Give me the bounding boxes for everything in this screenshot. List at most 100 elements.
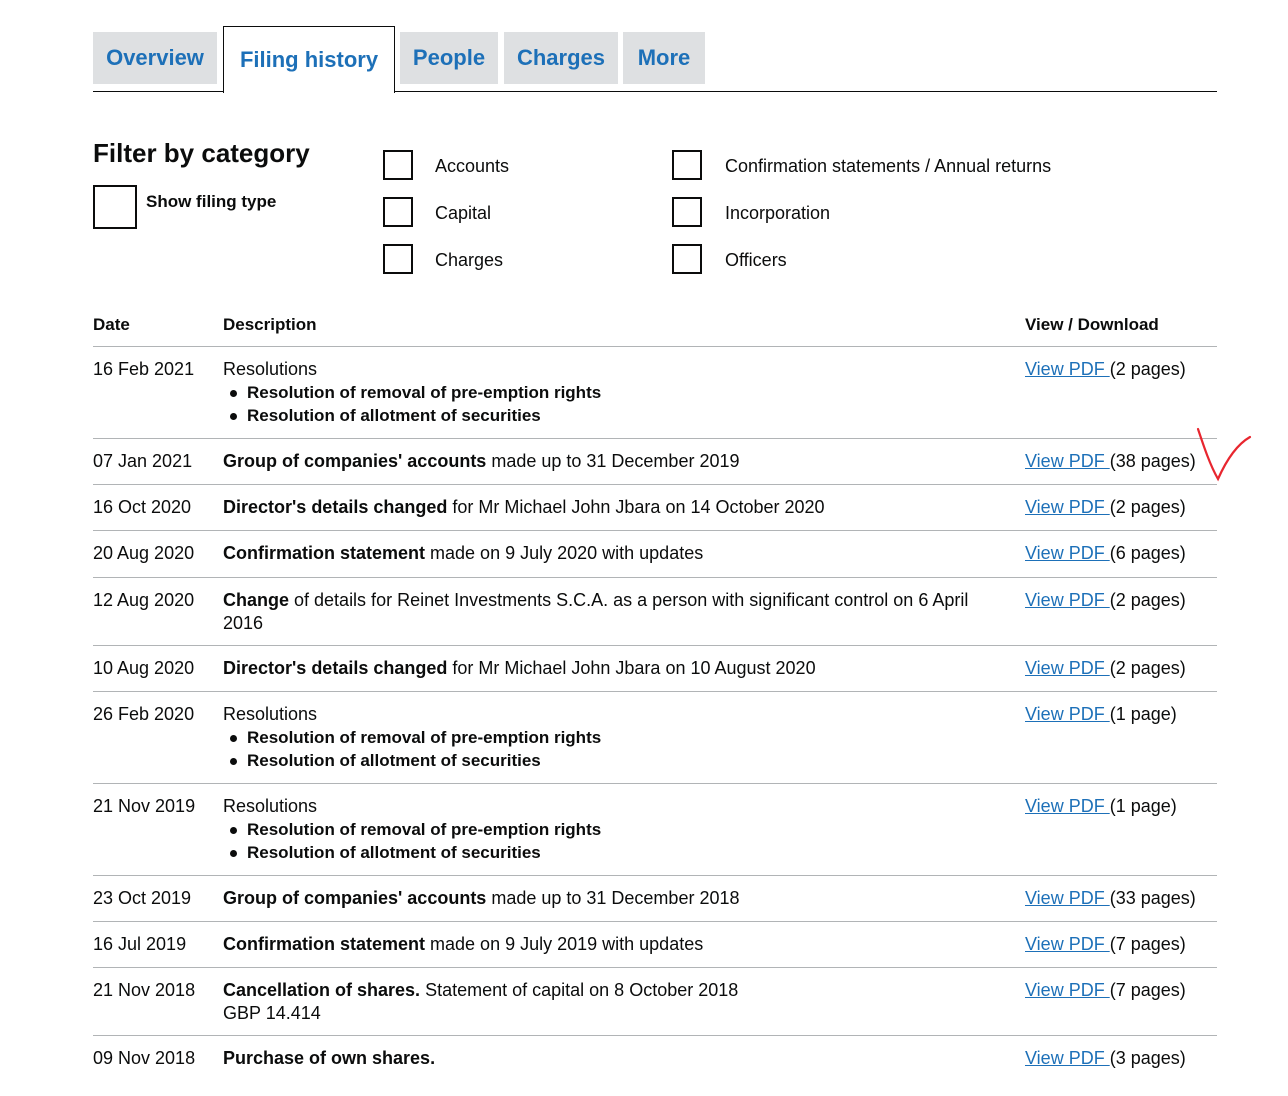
filing-details: made on 9 July 2019 with updates (425, 934, 704, 954)
tab-more[interactable]: More (623, 32, 705, 84)
view-pdf-link[interactable]: View PDF (1025, 704, 1110, 724)
filing-description: Confirmation statement made on 9 July 20… (223, 542, 1003, 565)
table-row: 09 Nov 2018 Purchase of own shares. View P… (93, 1036, 1217, 1096)
filing-description: Group of companies' accounts made up to … (223, 450, 1003, 473)
filing-description: Cancellation of shares. Statement of cap… (223, 979, 1003, 1025)
filing-type: Purchase of own shares. (223, 1048, 436, 1068)
checkmark-icon (1196, 427, 1252, 482)
table-row: 16 Oct 2020 Director's details changed fo… (93, 485, 1217, 531)
filing-description: Resolutions Resolution of removal of pre-… (223, 358, 1003, 427)
view-pdf-link[interactable]: View PDF (1025, 451, 1110, 471)
view-download-cell: View PDF (2 pages) (1025, 358, 1186, 381)
filing-description: Purchase of own shares. (223, 1047, 1003, 1070)
table-row: 10 Aug 2020 Director's details changed fo… (93, 646, 1217, 692)
filing-type: Confirmation statement (223, 934, 426, 954)
view-pdf-link[interactable]: View PDF (1025, 497, 1110, 517)
page-count: (3 pages) (1109, 1048, 1186, 1068)
filing-type: Change (223, 590, 290, 610)
filing-type: Cancellation of shares. (223, 980, 421, 1000)
view-pdf-link[interactable]: View PDF (1025, 543, 1110, 563)
tab-people[interactable]: People (400, 32, 498, 84)
category-label-confirmation-statements[interactable]: Confirmation statements / Annual returns (725, 156, 1051, 177)
show-filing-type-checkbox[interactable] (93, 185, 137, 229)
view-download-cell: View PDF (2 pages) (1025, 589, 1186, 612)
filing-type: Group of companies' accounts (223, 888, 487, 908)
filing-description: Resolutions Resolution of removal of pre-… (223, 795, 1003, 864)
filing-history-table: Date Description View / Download 16 Feb … (93, 303, 1217, 1096)
filing-description: Confirmation statement made on 9 July 20… (223, 933, 1003, 956)
view-download-cell: View PDF (38 pages) (1025, 450, 1196, 473)
view-pdf-link[interactable]: View PDF (1025, 359, 1110, 379)
filing-description: Director's details changed for Mr Michae… (223, 496, 1003, 519)
filing-description: Group of companies' accounts made up to … (223, 887, 1003, 910)
tab-bar: Overview Filing history People Charges M… (93, 26, 1217, 93)
tab-overview[interactable]: Overview (93, 32, 217, 84)
header-description: Description (223, 315, 317, 334)
view-pdf-link[interactable]: View PDF (1025, 888, 1110, 908)
view-pdf-link[interactable]: View PDF (1025, 658, 1110, 678)
category-label-charges[interactable]: Charges (435, 250, 503, 271)
category-checkbox-accounts[interactable] (383, 150, 413, 180)
table-row: 16 Jul 2019 Confirmation statement made o… (93, 922, 1217, 968)
table-row: 20 Aug 2020 Confirmation statement made o… (93, 531, 1217, 578)
filing-type: Director's details changed (223, 658, 448, 678)
view-pdf-link[interactable]: View PDF (1025, 980, 1110, 1000)
category-checkbox-charges[interactable] (383, 244, 413, 274)
category-checkbox-confirmation-statements[interactable] (672, 150, 702, 180)
table-row: 23 Oct 2019 Group of companies' accounts … (93, 876, 1217, 922)
filing-date: 21 Nov 2019 (93, 796, 196, 816)
filing-details: of details for Reinet Investments S.C.A.… (223, 590, 969, 633)
filing-date: 23 Oct 2019 (93, 888, 192, 908)
table-row: 21 Nov 2019 Resolutions Resolution of remo… (93, 784, 1217, 876)
category-label-incorporation[interactable]: Incorporation (725, 203, 830, 224)
filing-date: 07 Jan 2021 (93, 451, 193, 471)
list-item: Resolution of removal of pre-emption rig… (230, 818, 1003, 841)
filter-title: Filter by category (93, 138, 310, 168)
category-label-accounts[interactable]: Accounts (435, 156, 509, 177)
view-pdf-link[interactable]: View PDF (1025, 796, 1110, 816)
filing-details: made up to 31 December 2018 (486, 888, 740, 908)
category-checkbox-incorporation[interactable] (672, 197, 702, 227)
filing-details: made on 9 July 2020 with updates (425, 543, 704, 563)
filing-details: for Mr Michael John Jbara on 10 August 2… (447, 658, 816, 678)
view-download-cell: View PDF (1 page) (1025, 703, 1177, 726)
table-header: Date Description View / Download (93, 303, 1217, 347)
show-filing-type-label[interactable]: Show filing type (146, 192, 276, 212)
filing-type: Director's details changed (223, 497, 448, 517)
filing-description: Resolutions Resolution of removal of pre-… (223, 703, 1003, 772)
page-count: (6 pages) (1109, 543, 1186, 563)
table-row: 16 Feb 2021 Resolutions Resolution of remo… (93, 347, 1217, 439)
resolution-list: Resolution of removal of pre-emption rig… (223, 818, 1003, 864)
view-pdf-link[interactable]: View PDF (1025, 934, 1110, 954)
category-label-capital[interactable]: Capital (435, 203, 491, 224)
list-item: Resolution of removal of pre-emption rig… (230, 381, 1003, 404)
category-checkbox-capital[interactable] (383, 197, 413, 227)
view-pdf-link[interactable]: View PDF (1025, 1048, 1110, 1068)
table-row: 12 Aug 2020 Change of details for Reinet … (93, 578, 1217, 646)
filing-date: 12 Aug 2020 (93, 590, 195, 610)
category-checkbox-officers[interactable] (672, 244, 702, 274)
view-download-cell: View PDF (7 pages) (1025, 933, 1186, 956)
filing-date: 26 Feb 2020 (93, 704, 195, 724)
filing-details: Resolutions (223, 796, 318, 816)
page-count: (2 pages) (1109, 359, 1186, 379)
page-count: (1 page) (1109, 796, 1177, 816)
filing-date: 10 Aug 2020 (93, 658, 195, 678)
table-row: 26 Feb 2020 Resolutions Resolution of remo… (93, 692, 1217, 784)
filing-type: Confirmation statement (223, 543, 426, 563)
filing-date: 16 Jul 2019 (93, 934, 187, 954)
list-item: Resolution of allotment of securities (230, 404, 1003, 427)
filing-date: 16 Feb 2021 (93, 359, 195, 379)
resolution-list: Resolution of removal of pre-emption rig… (223, 726, 1003, 772)
page-count: (7 pages) (1109, 980, 1186, 1000)
view-pdf-link[interactable]: View PDF (1025, 590, 1110, 610)
category-label-officers[interactable]: Officers (725, 250, 787, 271)
view-download-cell: View PDF (2 pages) (1025, 496, 1186, 519)
tab-filing-history[interactable]: Filing history (223, 26, 395, 93)
filing-details: for Mr Michael John Jbara on 14 October … (447, 497, 825, 517)
page-count: (2 pages) (1109, 497, 1186, 517)
tab-charges[interactable]: Charges (504, 32, 618, 84)
header-view-download: View / Download (1025, 315, 1159, 334)
table-body: 16 Feb 2021 Resolutions Resolution of remo… (93, 347, 1217, 1096)
page-count: (38 pages) (1109, 451, 1196, 471)
